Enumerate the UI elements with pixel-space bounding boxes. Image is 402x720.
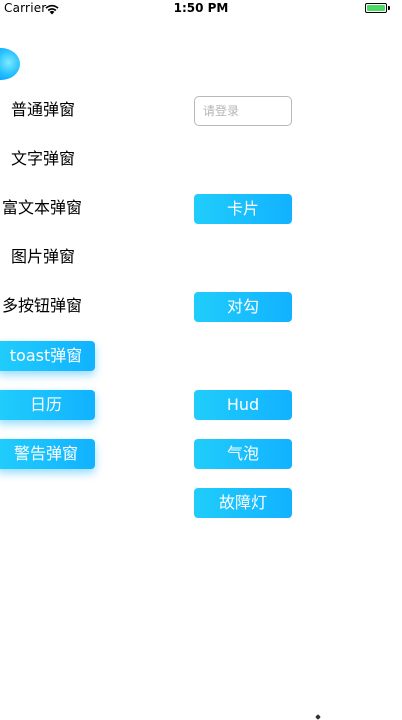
fault-light-button[interactable]: 故障灯 [194,488,292,518]
text-popup-button[interactable]: 文字弹窗 [11,148,75,170]
battery-icon [365,3,387,13]
login-input[interactable] [194,96,292,126]
battery-level [367,5,385,11]
multi-button-popup-button[interactable]: 多按钮弹窗 [2,295,82,317]
clock-time: 1:50 PM [173,1,229,15]
bubble-button[interactable]: 气泡 [194,439,292,469]
calendar-button[interactable]: 日历 [0,390,95,420]
card-button[interactable]: 卡片 [194,194,292,224]
normal-popup-button[interactable]: 普通弹窗 [11,99,75,121]
checkmark-button[interactable]: 对勾 [194,292,292,322]
cursor-mark [315,714,321,720]
hud-button[interactable]: Hud [194,390,292,420]
image-popup-button[interactable]: 图片弹窗 [11,246,75,268]
toast-popup-button[interactable]: toast弹窗 [0,341,95,371]
battery-tip [388,6,390,10]
blue-blob-decoration [0,48,20,80]
alert-popup-button[interactable]: 警告弹窗 [0,439,95,469]
rich-text-popup-button[interactable]: 富文本弹窗 [2,197,82,219]
status-bar: Carrier 1:50 PM [0,0,402,18]
